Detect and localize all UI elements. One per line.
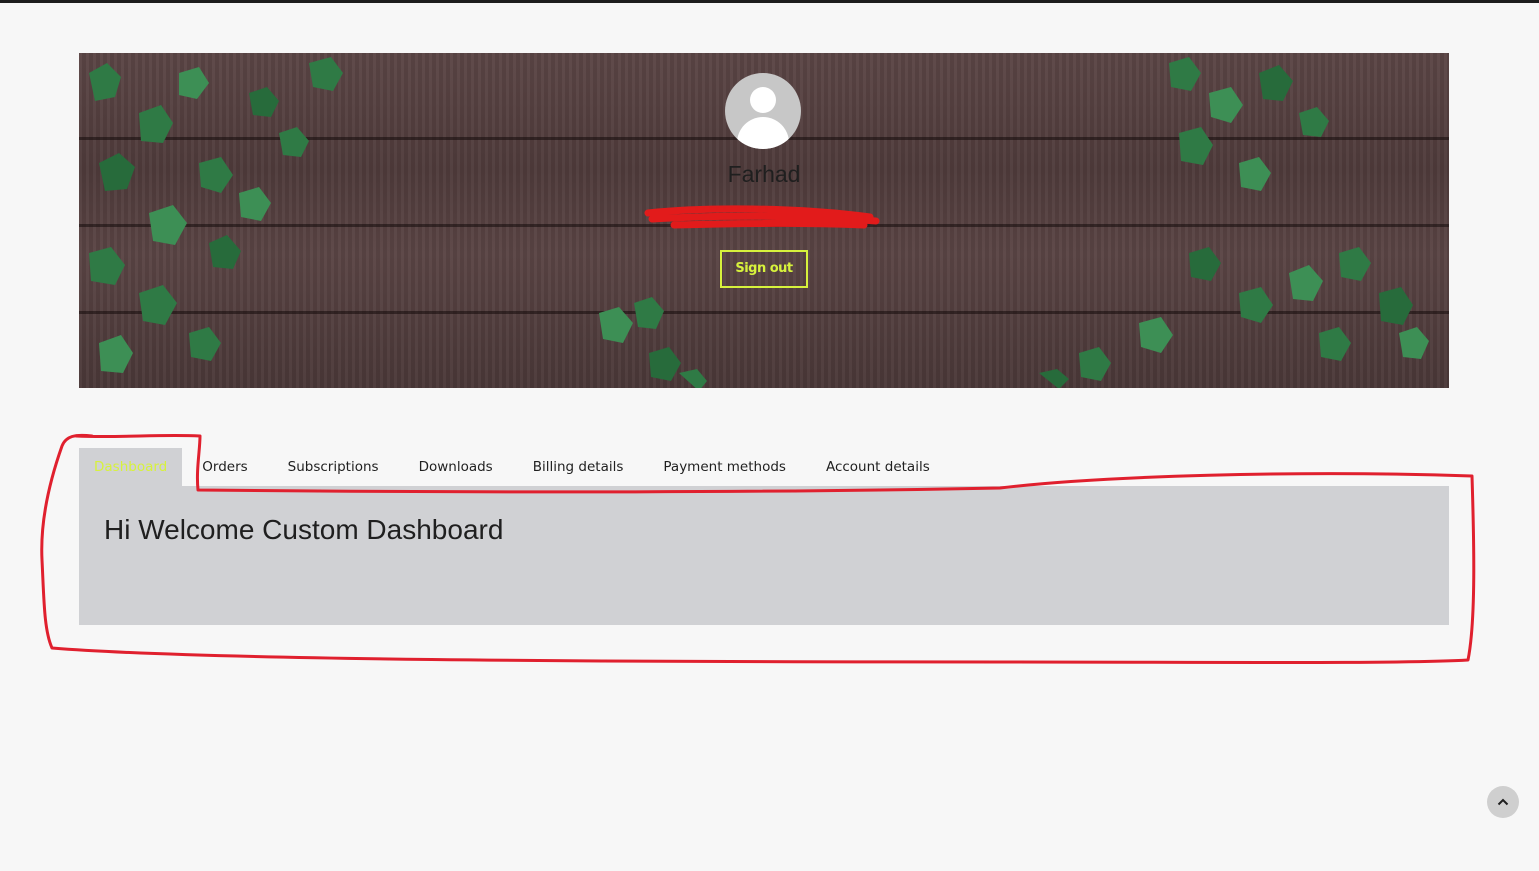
dashboard-heading: Hi Welcome Custom Dashboard: [104, 514, 504, 545]
tab-downloads[interactable]: Downloads: [399, 448, 513, 486]
tab-billing-details[interactable]: Billing details: [513, 448, 644, 486]
tab-subscriptions[interactable]: Subscriptions: [268, 448, 399, 486]
top-bar: [0, 0, 1539, 3]
sign-out-button[interactable]: Sign out: [720, 250, 808, 288]
dashboard-panel: Hi Welcome Custom Dashboard: [79, 486, 1449, 625]
scroll-to-top-button[interactable]: [1487, 786, 1519, 818]
user-name: Farhad: [727, 161, 801, 187]
tab-account-details[interactable]: Account details: [806, 448, 950, 486]
chevron-up-icon: [1497, 798, 1509, 806]
redaction-scribble: [644, 205, 880, 229]
tab-dashboard[interactable]: Dashboard: [79, 448, 183, 486]
user-avatar-icon: [725, 73, 801, 149]
profile-banner: Farhad Sign out: [79, 53, 1449, 388]
account-tabs: Dashboard Orders Subscriptions Downloads…: [79, 448, 950, 486]
tab-orders[interactable]: Orders: [182, 448, 267, 486]
tab-payment-methods[interactable]: Payment methods: [643, 448, 806, 486]
